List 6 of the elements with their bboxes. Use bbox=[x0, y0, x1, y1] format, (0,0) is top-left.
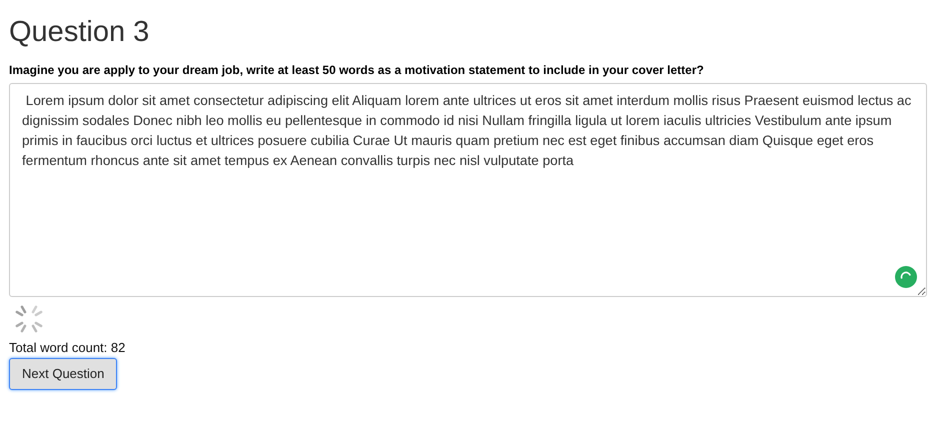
grammar-check-icon[interactable] bbox=[895, 266, 917, 288]
question-prompt: Imagine you are apply to your dream job, write at least 50 words as a motivation statement to include in your cover letter? bbox=[9, 62, 704, 78]
next-question-button[interactable]: Next Question bbox=[9, 358, 118, 390]
answer-field[interactable]: Lorem ipsum dolor sit amet consectetur adipiscing elit Aliquam lorem ante ultrices ut eros sit amet interdum mollis risus Praesent euismod lectus ac dignissim sodales Donec nibh leo mollis eu pellentesque in commodo id nisi Nullam fringilla ligula ut lorem iaculis ultricies Vestibulum ante ipsum primis in faucibus orci luctus et ultrices posuere cubilia Curae Ut mauris quam pretium nec est eget finibus accumsan diam Quisque eget eros fermentum rhoncus ante sit amet tempus ex Aenean convallis turpis nec nisl vulputate porta bbox=[9, 83, 927, 297]
question-heading: Question 3 bbox=[9, 15, 150, 50]
word-count: Total word count: 82 bbox=[9, 340, 126, 356]
